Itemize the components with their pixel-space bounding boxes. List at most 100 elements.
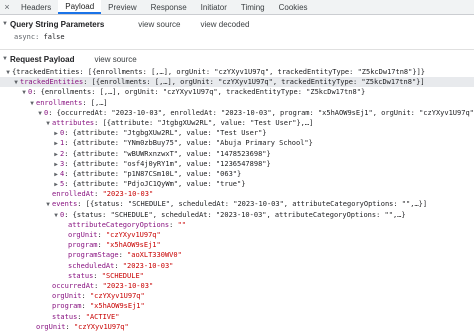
tab-cookies[interactable]: Cookies <box>272 0 315 14</box>
tree-row[interactable]: ▶ 5: {attribute: "PdjoJC1QyWm", value: "t… <box>0 179 474 189</box>
tree-row[interactable]: scheduledAt: "2023-10-03" <box>0 261 474 271</box>
expanded-arrow-icon[interactable]: ▼ <box>52 211 60 220</box>
tree-string-value: "aoXLT330WV0" <box>127 251 182 260</box>
tree-row[interactable]: ▼ 0: {enrollments: [,…], orgUnit: "czYXyv… <box>0 87 474 97</box>
query-section-title: Query String Parameters <box>10 19 105 29</box>
tree-row[interactable]: ▶ 3: {attribute: "osf4j0yRY1m", value: "1… <box>0 159 474 169</box>
tree-key: events <box>52 200 78 209</box>
tree-string-value: "SCHEDULE" <box>101 271 144 280</box>
collapsed-arrow-icon[interactable]: ▶ <box>52 160 60 169</box>
tree-preview: : {attribute: "YNm0zbBuy75", value: "Abu… <box>64 139 313 148</box>
expanded-arrow-icon[interactable]: ▼ <box>4 68 12 77</box>
tree-key: scheduledAt <box>68 261 115 270</box>
tree-row[interactable]: ▶ 1: {attribute: "YNm0zbBuy75", value: "A… <box>0 138 474 148</box>
collapsed-arrow-icon[interactable]: ▶ <box>52 170 60 179</box>
tree-row[interactable]: programStage: "aoXLT330WV0" <box>0 250 474 260</box>
tree-preview: : {attribute: "JtgbgXUw2RL", value: "Tes… <box>64 129 267 138</box>
expanded-arrow-icon[interactable]: ▼ <box>44 119 52 128</box>
triangle-down-icon[interactable]: ▼ <box>2 56 10 62</box>
request-payload-section-header[interactable]: ▼ Request Payload view source <box>0 52 474 66</box>
tree-row[interactable]: attributeCategoryOptions: "" <box>0 220 474 230</box>
tree-row[interactable]: program: "x5hAOW9sEj1" <box>0 301 474 311</box>
tree-key: attributes <box>52 118 95 127</box>
tree-row[interactable]: ▼ {trackedEntities: [{enrollments: [,…], … <box>0 67 474 77</box>
tree-preview: : {enrollments: [,…], orgUnit: "czYXyv1U… <box>32 88 366 97</box>
expanded-arrow-icon[interactable]: ▼ <box>28 99 36 108</box>
tree-string-value: "czYXyv1U97q" <box>105 231 161 239</box>
tree-preview: : <box>81 292 90 301</box>
expanded-arrow-icon[interactable]: ▼ <box>36 109 44 118</box>
tree-preview: : <box>77 312 86 321</box>
tree-key: attributeCategoryOptions <box>68 220 170 229</box>
tree-row[interactable]: occurredAt: "2023-10-03" <box>0 281 474 291</box>
payload-view-source-link[interactable]: view source <box>94 55 136 64</box>
tree-preview: : <box>169 220 178 229</box>
tree-preview: : {status: "SCHEDULE", scheduledAt: "202… <box>64 210 406 219</box>
tree-preview: : {attribute: "wBUWRxnzwxT", value: "147… <box>64 149 271 158</box>
tree-row[interactable]: ▼ 0: {occurredAt: "2023-10-03", enrolledA… <box>0 108 474 118</box>
tab-headers[interactable]: Headers <box>14 0 58 14</box>
collapsed-arrow-icon[interactable]: ▶ <box>52 129 60 138</box>
tree-preview: : {attribute: "osf4j0yRY1m", value: "123… <box>64 159 271 168</box>
tree-key: enrollments <box>36 98 83 107</box>
query-string-section-header[interactable]: ▼ Query String Parameters view source vi… <box>0 17 474 31</box>
tab-preview[interactable]: Preview <box>101 0 143 14</box>
tree-row[interactable]: ▼ enrollments: [,…] <box>0 98 474 108</box>
tree-row[interactable]: enrolledAt: "2023-10-03" <box>0 189 474 199</box>
tab-initiator[interactable]: Initiator <box>194 0 234 14</box>
tree-preview: : <box>114 261 123 270</box>
tree-key: orgUnit <box>52 292 82 301</box>
triangle-down-icon[interactable]: ▼ <box>2 21 10 27</box>
tree-preview: : <box>93 271 102 280</box>
tree-row[interactable]: orgUnit: "czYXyv1U97q" <box>0 230 474 240</box>
tree-row[interactable]: ▼ trackedEntities: [{enrollments: [,…], o… <box>0 77 474 88</box>
param-value: false <box>43 33 65 41</box>
tree-string-value: "czYXyv1U97q" <box>73 322 129 331</box>
devtools-tab-bar: × Headers Payload Preview Response Initiator… <box>0 0 474 15</box>
tab-response[interactable]: Response <box>144 0 194 14</box>
view-decoded-link[interactable]: view decoded <box>201 20 250 29</box>
tree-string-value: "" <box>177 220 187 229</box>
tree-row[interactable]: orgUnit: "czYXyv1U97q" <box>0 322 474 332</box>
tree-preview: : {attribute: "PdjoJC1QyWm", value: "tru… <box>64 180 246 189</box>
tree-row[interactable]: program: "x5hAOW9sEj1" <box>0 240 474 250</box>
tree-row[interactable]: status: "ACTIVE" <box>0 312 474 322</box>
tree-preview: : <box>94 190 103 199</box>
tree-row[interactable]: orgUnit: "czYXyv1U97q" <box>0 291 474 301</box>
tree-preview: : <box>81 302 90 311</box>
collapsed-arrow-icon[interactable]: ▶ <box>52 180 60 189</box>
payload-section-title: Request Payload <box>10 54 75 64</box>
tab-list: Headers Payload Preview Response Initiator Ti… <box>14 0 315 14</box>
tree-preview: : <box>65 322 74 331</box>
tree-row[interactable]: ▶ 2: {attribute: "wBUWRxnzwxT", value: "1… <box>0 149 474 159</box>
tree-row[interactable]: status: "SCHEDULE" <box>0 271 474 281</box>
tree-key: enrolledAt <box>52 190 95 199</box>
tree-key: status <box>68 271 94 280</box>
tree-preview: : {attribute: "p1N87CSm10L", value: "063… <box>64 169 242 178</box>
collapsed-arrow-icon[interactable]: ▶ <box>52 150 60 159</box>
expanded-arrow-icon[interactable]: ▼ <box>20 88 28 97</box>
tab-payload[interactable]: Payload <box>58 0 102 14</box>
tree-key: trackedEntities <box>20 78 84 87</box>
view-source-link[interactable]: view source <box>138 20 180 29</box>
tree-key: status <box>52 312 78 321</box>
param-key: async: <box>14 33 40 41</box>
tree-key: program <box>68 241 98 250</box>
tree-preview: : [{attribute: "JtgbgXUw2RL", value: "Te… <box>94 118 314 127</box>
tab-timing[interactable]: Timing <box>234 0 272 14</box>
tree-row[interactable]: ▼ 0: {status: "SCHEDULE", scheduledAt: "2… <box>0 210 474 220</box>
tree-row[interactable]: ▼ events: [{status: "SCHEDULE", scheduled… <box>0 199 474 209</box>
tree-row[interactable]: ▼ attributes: [{attribute: "JtgbgXUw2RL",… <box>0 118 474 128</box>
tree-preview: {trackedEntities: [{enrollments: [,…], o… <box>12 68 426 76</box>
tree-row[interactable]: ▶ 0: {attribute: "JtgbgXUw2RL", value: "T… <box>0 128 474 138</box>
tree-key: program <box>52 302 82 311</box>
expanded-arrow-icon[interactable]: ▼ <box>44 200 52 209</box>
query-param-row: async: false <box>0 31 474 43</box>
tree-string-value: "2023-10-03" <box>122 261 174 270</box>
section-divider <box>0 49 474 50</box>
close-icon[interactable]: × <box>0 0 14 14</box>
tree-row[interactable]: ▶ 4: {attribute: "p1N87CSm10L", value: "0… <box>0 169 474 179</box>
collapsed-arrow-icon[interactable]: ▶ <box>52 139 60 148</box>
tree-key: occurredAt <box>52 281 95 290</box>
expanded-arrow-icon[interactable]: ▼ <box>12 78 20 87</box>
